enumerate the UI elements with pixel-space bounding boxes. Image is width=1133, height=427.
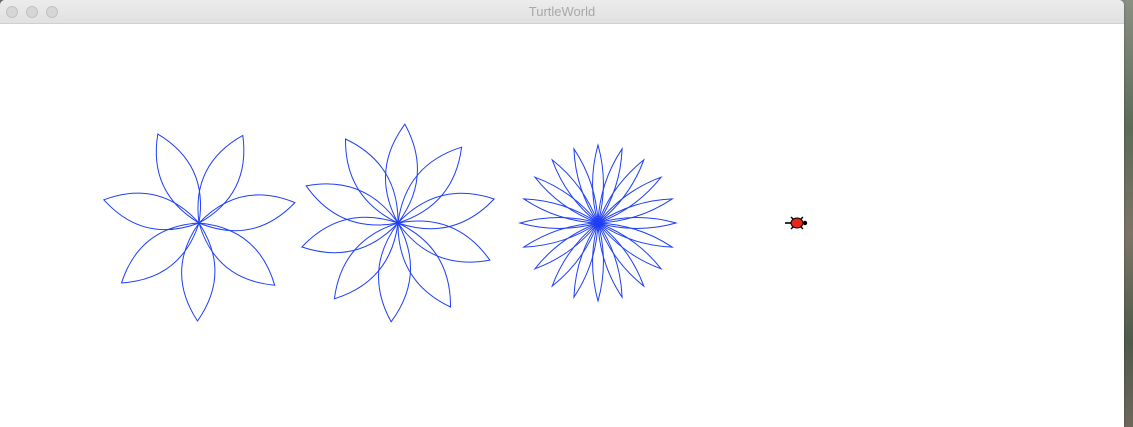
petal [597,217,678,229]
turtleworld-window: TurtleWorld [0,0,1124,427]
title-bar[interactable]: TurtleWorld [0,0,1124,24]
petal [155,133,201,224]
petal [597,158,645,224]
petal [597,222,663,270]
petal [198,222,276,286]
petal [384,123,418,224]
petal [333,222,399,300]
petal [181,222,216,322]
flower-2 [300,123,496,323]
petal [378,222,412,323]
flower-1 [102,133,296,322]
petal [592,143,604,224]
petal [120,222,200,284]
petal [533,222,599,270]
petal [197,134,245,224]
drawing-surface [102,123,808,323]
petal [551,158,599,224]
petal [597,176,663,224]
turtle-canvas[interactable] [0,24,1124,427]
petal [518,217,599,229]
petal [300,216,399,254]
window-title: TurtleWorld [528,4,596,19]
turtle-icon [785,216,808,230]
petal [551,222,599,288]
petal [102,192,200,231]
petal [533,176,599,224]
petal [592,222,604,303]
petal [397,146,463,224]
petal [597,222,645,288]
petal [397,192,496,230]
flower-3 [518,143,678,303]
